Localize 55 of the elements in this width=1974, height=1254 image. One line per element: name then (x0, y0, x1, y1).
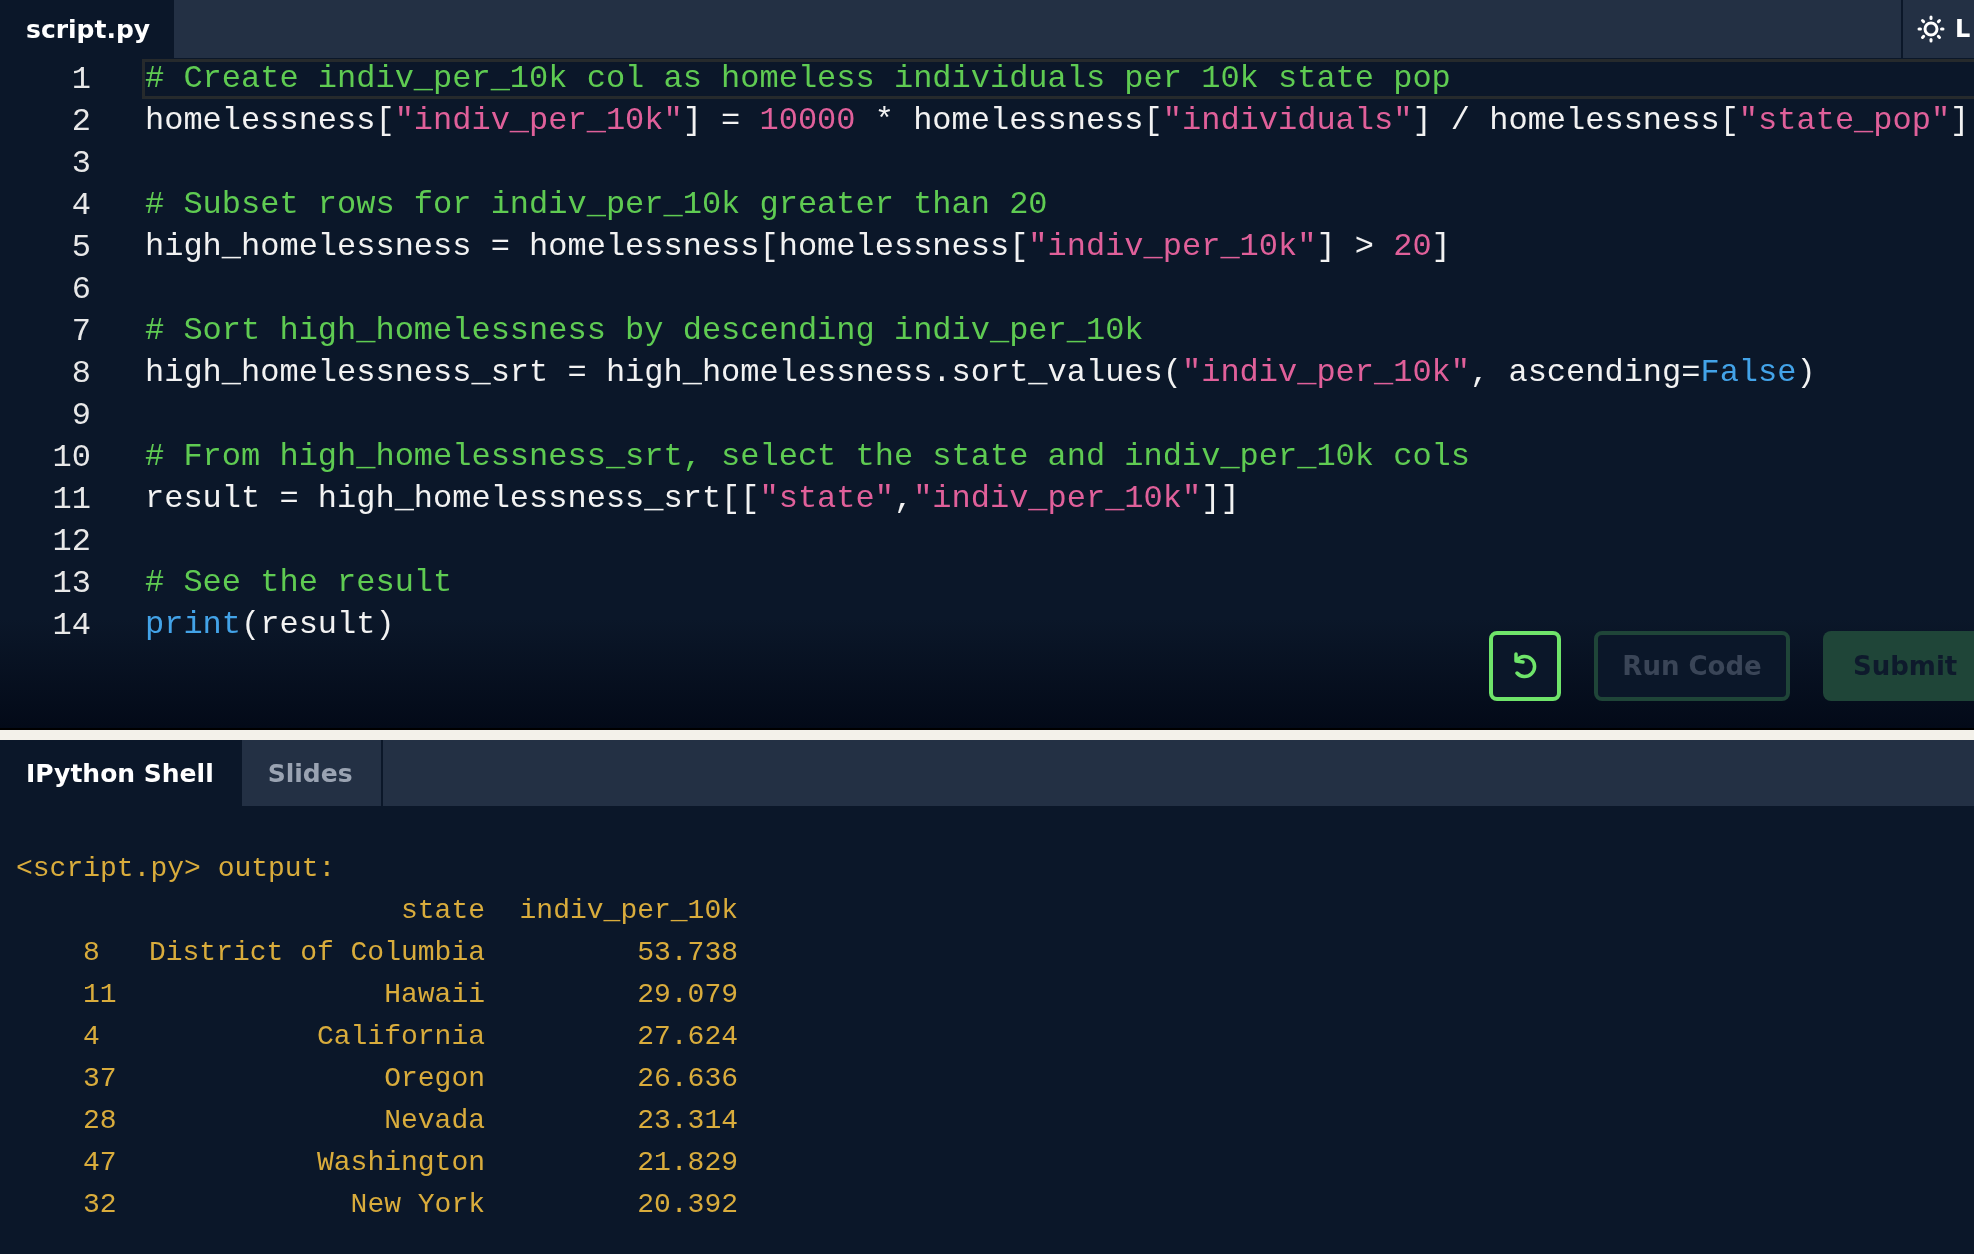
code-line: # See the result (145, 563, 454, 603)
value-cell-text: 27.624 (636, 1020, 738, 1054)
row-index: 28 (83, 1104, 118, 1138)
code-line: high_homelessness_srt = high_homelessness.sort_values("indiv_per_10k", ascending=False) (145, 353, 1817, 393)
theme-label[interactable]: L (1955, 15, 1971, 43)
state-cell-text: California (315, 1020, 485, 1054)
row-index: 32 (83, 1188, 118, 1222)
state-cell-text: Oregon (383, 1062, 485, 1096)
line-number: 12 (51, 522, 91, 560)
line-number: 7 (70, 312, 91, 350)
column-header: indiv_per_10k (518, 894, 738, 928)
sun-icon[interactable] (1917, 15, 1945, 43)
value-cell-text: 26.636 (636, 1062, 738, 1096)
code-line: # Sort high_homelessness by descending indiv_per_10k (145, 311, 1145, 351)
state-cell-text: Nevada (383, 1104, 485, 1138)
reset-button[interactable] (1489, 631, 1561, 701)
line-number: 8 (70, 354, 91, 392)
state-cell-text: Washington (315, 1146, 485, 1180)
code-line: # Subset rows for indiv_per_10k greater than 20 (145, 185, 1049, 225)
value-cell-text: 29.079 (636, 978, 738, 1012)
line-number: 5 (70, 228, 91, 266)
code-line: result = high_homelessness_srt[["state","indiv_per_10k"]] (145, 479, 1241, 519)
undo-icon (1511, 651, 1539, 681)
value-cell-text: 21.829 (636, 1146, 738, 1180)
state-cell-text: Hawaii (383, 978, 485, 1012)
line-number: 13 (51, 564, 91, 602)
line-number: 14 (51, 606, 91, 644)
code-line: # From high_homelessness_srt, select the state and indiv_per_10k cols (145, 437, 1471, 477)
code-line: high_homelessness = homelessness[homelessness["indiv_per_10k"] > 20] (145, 227, 1452, 267)
line-number: 3 (70, 144, 91, 182)
line-number: 2 (70, 102, 91, 140)
line-number: 9 (70, 396, 91, 434)
output-title: <script.py> output: (16, 852, 337, 886)
line-number: 6 (70, 270, 91, 308)
line-number: 1 (70, 60, 91, 98)
shell-tab[interactable]: IPython Shell (0, 740, 242, 806)
row-index: 47 (83, 1146, 118, 1180)
line-number: 4 (70, 186, 91, 224)
row-index: 4 (83, 1020, 101, 1054)
value-cell-text: 23.314 (636, 1104, 738, 1138)
code-line: homelessness["indiv_per_10k"] = 10000 * homelessness["individuals"] / homelessness["state_pop"] (145, 101, 1971, 141)
code-line: # Create indiv_per_10k col as homeless individuals per 10k state pop (142, 59, 1974, 99)
line-number: 10 (51, 438, 91, 476)
value-cell-text: 20.392 (636, 1188, 738, 1222)
column-header: state (400, 894, 485, 928)
row-index: 37 (83, 1062, 118, 1096)
line-number: 11 (51, 480, 91, 518)
state-cell-text: District of Columbia (147, 936, 485, 970)
row-index: 8 (83, 936, 101, 970)
row-index: 11 (83, 978, 118, 1012)
code-line: print(result) (145, 605, 396, 645)
shell-tab[interactable]: Slides (241, 740, 383, 806)
value-cell-text: 53.738 (636, 936, 738, 970)
state-cell-text: New York (349, 1188, 485, 1222)
file-tab[interactable]: script.py (0, 0, 174, 58)
